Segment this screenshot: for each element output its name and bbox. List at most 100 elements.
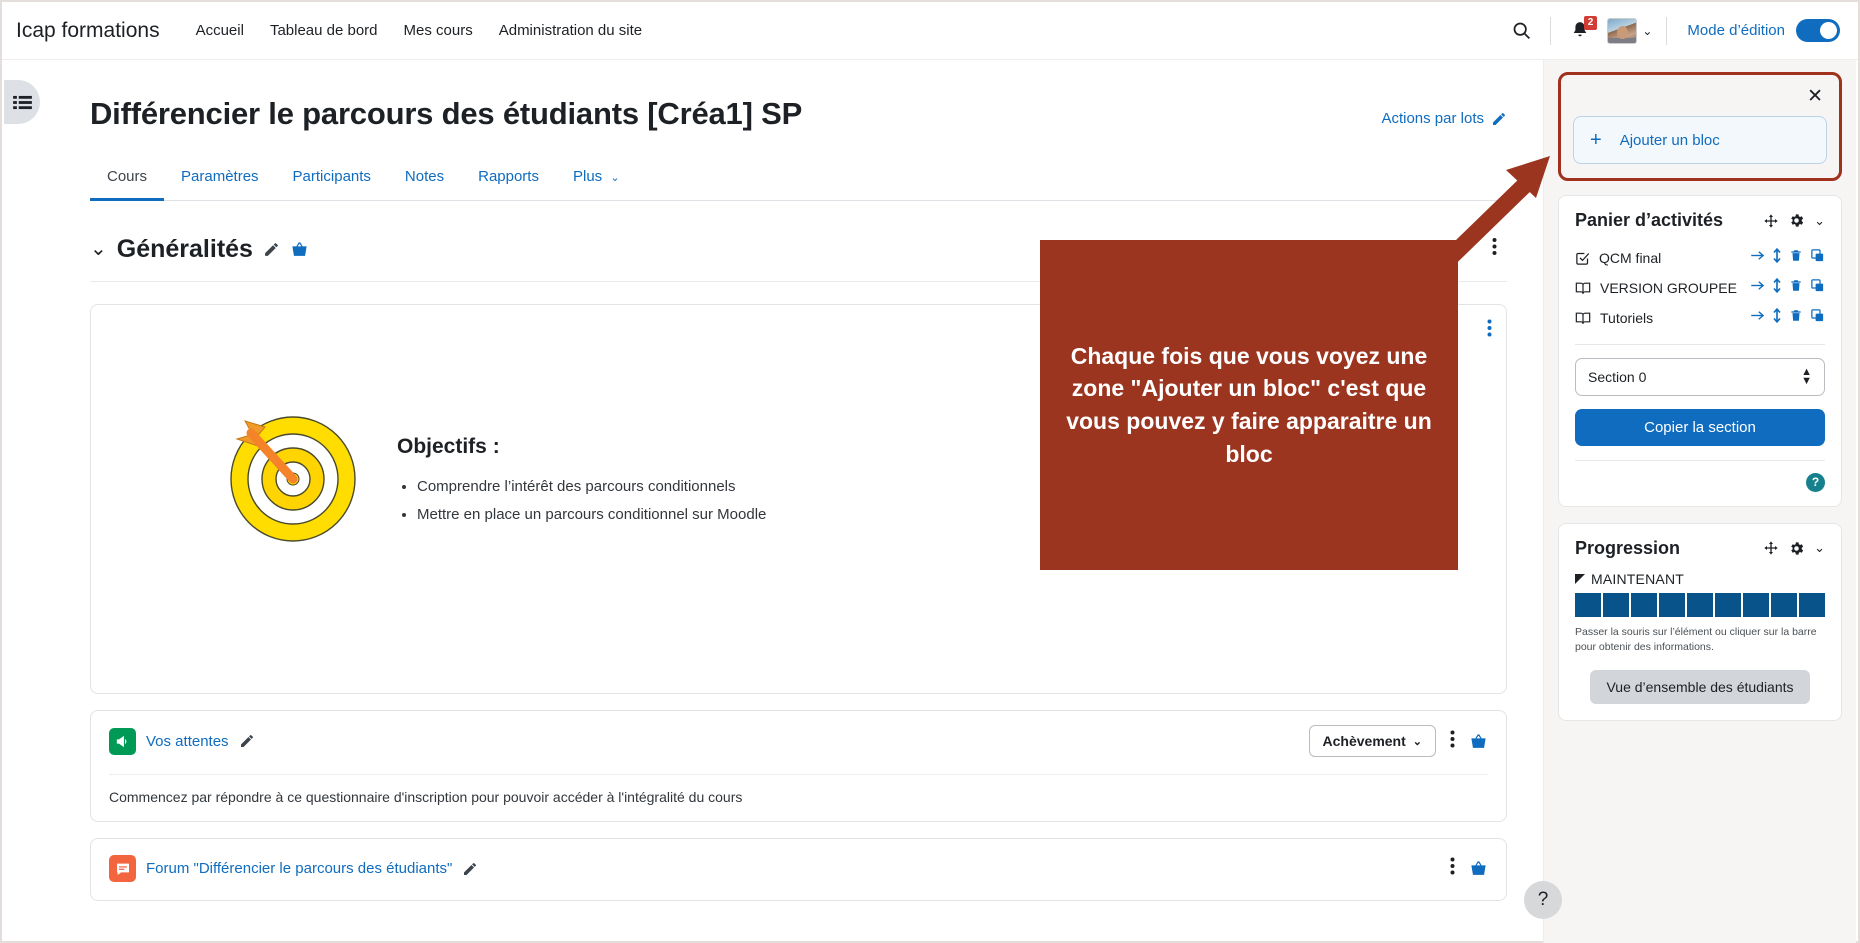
top-navigation-bar: Icap formations Accueil Tableau de bord … [2,2,1858,60]
nav-link-accueil[interactable]: Accueil [196,22,244,39]
block-settings-button[interactable] [1788,212,1805,229]
arrows-updown-icon [1773,277,1781,294]
tab-parametres[interactable]: Paramètres [164,158,276,201]
copy-icon [1811,279,1824,292]
trash-icon [1791,250,1801,261]
section-collapse-icon[interactable]: ⌄ [90,239,107,259]
trash-icon [1791,280,1801,291]
progress-bar[interactable] [1575,592,1825,617]
delete-button[interactable] [1789,278,1803,298]
chevron-down-icon[interactable]: ⌄ [1814,540,1825,556]
kebab-menu-icon [1450,857,1455,875]
book-icon [1575,312,1591,324]
user-avatar [1607,17,1638,44]
arrow-right-icon [1751,281,1765,290]
block-tools: ⌄ [1763,212,1825,229]
panier-item-label: Tutoriels [1600,310,1654,326]
add-block-button[interactable]: + Ajouter un bloc [1573,116,1827,164]
annotation-callout: Chaque fois que vous voyez une zone "Ajo… [1040,240,1458,570]
reorder-button[interactable] [1772,307,1782,328]
section-basket-button[interactable] [290,240,309,259]
edit-mode-switch[interactable] [1796,19,1840,42]
add-block-label: Ajouter un bloc [1619,131,1720,149]
search-button[interactable] [1500,10,1542,52]
progress-segment[interactable] [1687,592,1713,617]
bulk-actions-button[interactable]: Actions par lots [1381,96,1507,127]
panier-item-actions [1750,277,1825,298]
annotation-text: Chaque fois que vous voyez une zone "Ajo… [1066,342,1432,467]
activity-basket-button[interactable] [1469,732,1488,751]
tab-label: Participants [292,168,371,185]
page-title: Différencier le parcours des étudiants [… [90,96,803,131]
section-edit-button[interactable] [263,241,280,258]
activity-menu-button[interactable] [1442,726,1463,757]
user-menu-button[interactable]: ⌄ [1601,17,1658,44]
close-button[interactable]: ✕ [1573,85,1827,116]
move-to-button[interactable] [1750,249,1765,267]
feedback-megaphone-icon [109,727,136,755]
tab-cours[interactable]: Cours [90,158,165,201]
activity-rename-button[interactable] [239,733,255,749]
delete-button[interactable] [1789,248,1803,268]
nav-link-mes-cours[interactable]: Mes cours [404,22,473,39]
progress-segment[interactable] [1743,592,1769,617]
progress-segment[interactable] [1603,592,1629,617]
achievement-dropdown-button[interactable]: Achèvement ⌄ [1308,725,1436,757]
duplicate-button[interactable] [1810,278,1825,298]
progress-segment[interactable] [1659,592,1685,617]
basket-icon [292,241,307,256]
progress-segment[interactable] [1799,592,1825,617]
progress-segment[interactable] [1715,592,1741,617]
list-item: Mettre en place un parcours conditionnel… [417,501,766,529]
reorder-button[interactable] [1772,277,1782,298]
tab-notes[interactable]: Notes [388,158,461,201]
notifications-button[interactable]: 2 [1559,10,1601,52]
move-to-button[interactable] [1750,279,1765,297]
activity-card-vos-attentes: Vos attentes Achèvement ⌄ Commencez par … [90,710,1507,822]
section-select-value: Section 0 [1588,368,1647,385]
copy-section-button[interactable]: Copier la section [1575,408,1825,446]
chevron-down-icon: ⌄ [1642,23,1653,38]
progress-segment[interactable] [1771,592,1797,617]
help-icon[interactable]: ? [1806,472,1825,492]
activity-link[interactable]: Forum "Différencier le parcours des étud… [146,860,452,877]
edit-mode-toggle[interactable]: Mode d’édition [1687,19,1840,42]
block-settings-button[interactable] [1788,540,1805,557]
duplicate-button[interactable] [1810,308,1825,328]
progress-segment[interactable] [1631,592,1657,617]
students-overview-button[interactable]: Vue d’ensemble des étudiants [1590,670,1810,705]
nav-link-administration-du-site[interactable]: Administration du site [499,22,642,39]
duplicate-button[interactable] [1810,248,1825,268]
copy-icon [1811,309,1824,322]
tab-participants[interactable]: Participants [276,158,388,201]
activity-basket-button[interactable] [1469,859,1488,878]
nav-divider-2 [1666,16,1668,45]
chevron-down-icon[interactable]: ⌄ [1814,213,1825,229]
panier-help-row: ? [1575,459,1825,492]
section-select[interactable]: Section 0 ▲ ▼ [1575,358,1825,396]
checkbox-quiz-icon [1576,252,1590,265]
panier-item-actions [1750,247,1825,268]
site-brand[interactable]: Icap formations [16,19,160,43]
pencil-icon [265,242,278,256]
move-to-button[interactable] [1750,309,1765,327]
delete-button[interactable] [1789,308,1803,328]
activity-link[interactable]: Vos attentes [146,733,229,750]
nav-link-tableau-de-bord[interactable]: Tableau de bord [270,22,378,39]
progress-segment[interactable] [1575,592,1601,617]
progress-hint-text: Passer la souris sur l’élément ou clique… [1575,625,1817,654]
floating-help-button[interactable]: ? [1524,881,1562,919]
summary-menu-button[interactable] [1487,319,1492,342]
move-block-button[interactable] [1763,540,1779,556]
activity-rename-button[interactable] [462,861,478,877]
block-tools: ⌄ [1763,540,1825,557]
tab-plus[interactable]: Plus ⌄ [556,158,637,201]
tab-label: Notes [404,168,445,185]
tab-rapports[interactable]: Rapports [461,158,556,201]
nav-right-group: 2 ⌄ Mode d’édition [1500,10,1840,52]
move-block-button[interactable] [1763,213,1779,229]
activity-header: Vos attentes Achèvement ⌄ [109,725,1488,757]
reorder-button[interactable] [1772,247,1782,268]
activity-menu-button[interactable] [1442,853,1463,884]
section-menu-button[interactable] [1482,233,1507,265]
